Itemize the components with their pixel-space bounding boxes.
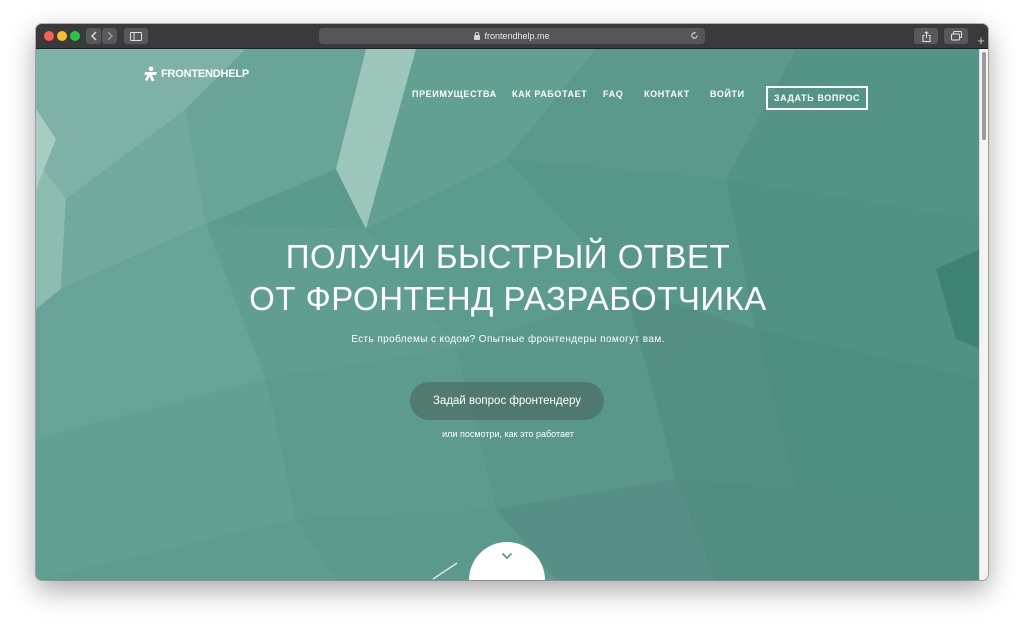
share-button[interactable]	[914, 28, 938, 44]
ask-question-button[interactable]: ЗАДАТЬ ВОПРОС	[766, 86, 868, 110]
zoom-window-button[interactable]	[70, 31, 80, 41]
chevron-right-icon	[107, 31, 113, 41]
browser-titlebar: frontendhelp.me +	[36, 24, 988, 49]
hero-title-line-2: ОТ ФРОНТЕНД РАЗРАБОТЧИКА	[249, 280, 767, 317]
lock-icon	[474, 32, 481, 40]
reload-icon[interactable]	[690, 31, 699, 40]
back-button[interactable]	[86, 28, 101, 44]
chevron-left-icon	[90, 31, 96, 41]
minimize-window-button[interactable]	[57, 31, 67, 41]
how-it-works-link[interactable]: или посмотри, как это работает	[36, 429, 980, 439]
nav-item-advantages[interactable]: ПРЕИМУЩЕСТВА	[412, 89, 497, 99]
page-scrollbar[interactable]	[979, 49, 988, 580]
forward-button[interactable]	[102, 28, 117, 44]
sidebar-button[interactable]	[124, 28, 148, 44]
page-viewport: FRONTENDHELP ПРЕИМУЩЕСТВА КАК РАБОТАЕТ F…	[36, 49, 980, 580]
decor-line	[432, 562, 458, 580]
url-text: frontendhelp.me	[484, 31, 550, 41]
ask-frontender-button[interactable]: Задай вопрос фронтендеру	[410, 382, 604, 420]
close-window-button[interactable]	[44, 31, 54, 41]
site-logo[interactable]: FRONTENDHELP	[143, 65, 249, 83]
chevron-down-icon	[501, 552, 513, 560]
tabs-overview-button[interactable]	[944, 28, 968, 44]
sidebar-icon	[130, 31, 142, 41]
share-icon	[922, 30, 930, 42]
scrollbar-thumb[interactable]	[982, 52, 986, 140]
logo-icon	[144, 66, 157, 82]
nav-item-contact[interactable]: КОНТАКТ	[644, 89, 690, 99]
logo-text: FRONTENDHELP	[161, 68, 250, 80]
hero-subtitle: Есть проблемы с кодом? Опытные фронтенде…	[351, 334, 665, 345]
nav-item-how-it-works[interactable]: КАК РАБОТАЕТ	[512, 89, 587, 99]
browser-window: frontendhelp.me + FRONTENDHELP ПРЕИМУЩЕС…	[36, 24, 988, 580]
nav-item-faq[interactable]: FAQ	[603, 89, 623, 99]
address-bar[interactable]: frontendhelp.me	[319, 28, 705, 44]
plus-icon[interactable]: +	[974, 24, 988, 48]
tabs-icon	[950, 31, 962, 41]
hero-title-line-1: ПОЛУЧИ БЫСТРЫЙ ОТВЕТ	[285, 238, 731, 275]
nav-item-login[interactable]: ВОЙТИ	[710, 89, 745, 99]
